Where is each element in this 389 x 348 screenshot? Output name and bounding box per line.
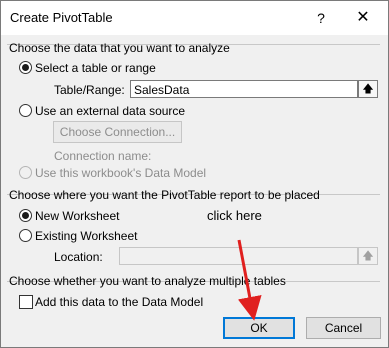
annotation-arrow bbox=[237, 239, 262, 321]
